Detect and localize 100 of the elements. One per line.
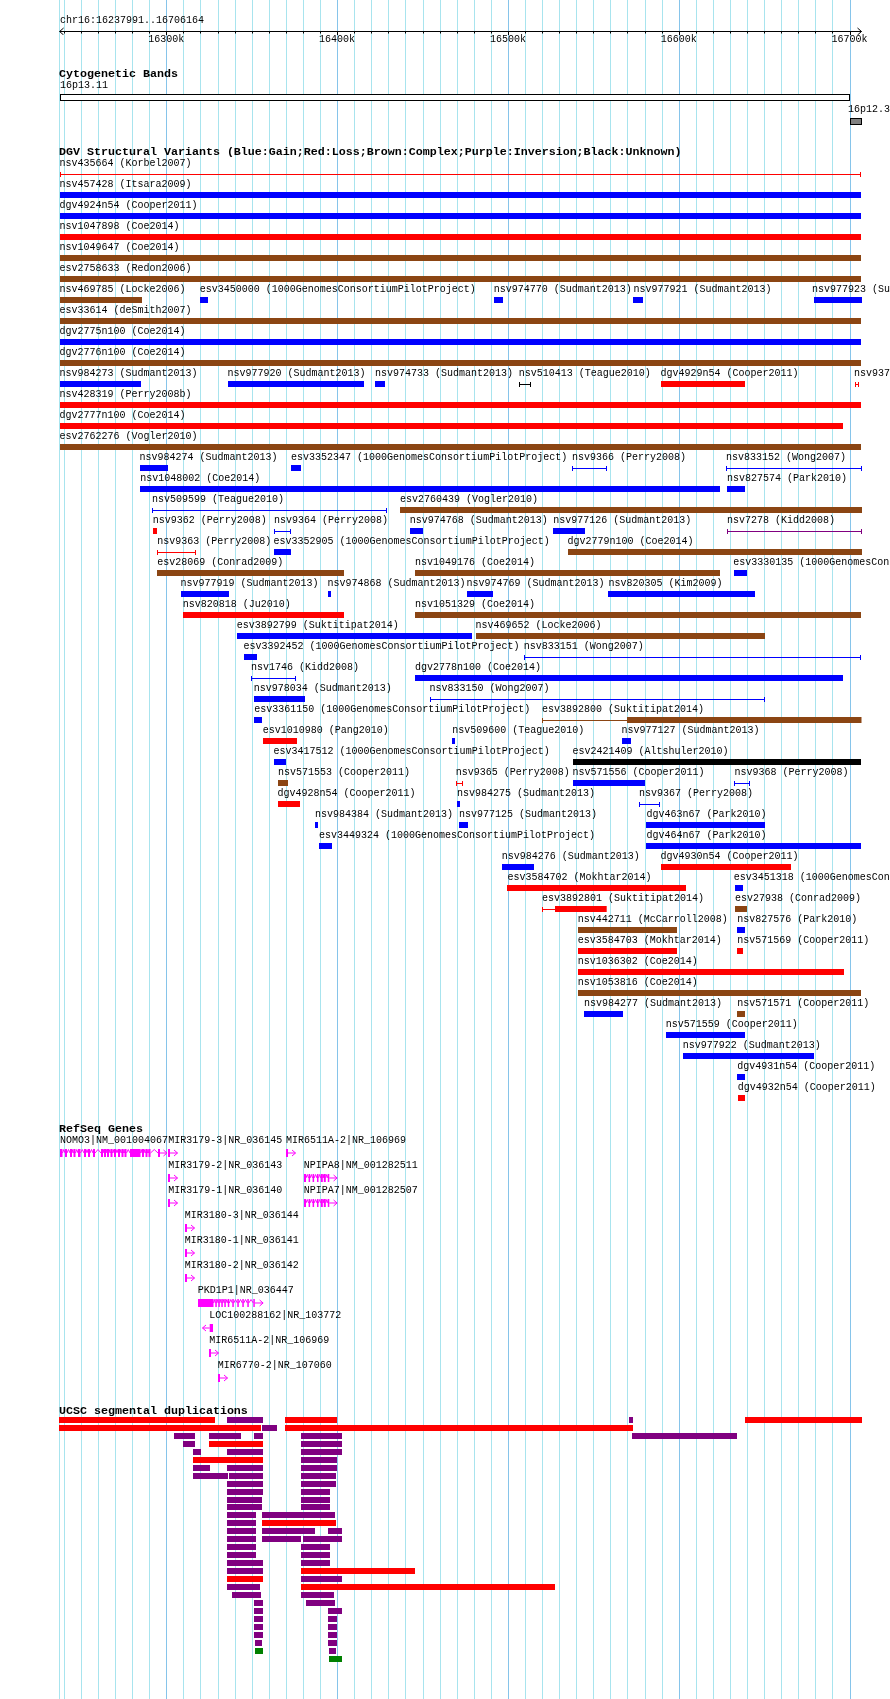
variant-label: esv3450000 (1000GenomesConsortiumPilotProject) <box>199 284 476 296</box>
variant-label: esv27938 (Conrad2009) <box>735 893 862 905</box>
variant-label: nsv833151 (Wong2007) <box>523 641 644 653</box>
variant-label: esv3361150 (1000GenomesConsortiumPilotProject) <box>254 704 531 716</box>
variant-label: nsv442711 (McCarroll2008) <box>577 914 728 926</box>
variant-label: esv2758633 (Redon2006) <box>59 263 192 275</box>
variant-label: esv3451318 (1000GenomesCon <box>733 872 890 884</box>
gene-label: MIR3180-2|NR_036142 <box>184 1260 299 1272</box>
variant-label: esv2421409 (Altshuler2010) <box>572 746 729 758</box>
ruler-tick-label: 16400k <box>319 34 356 46</box>
variant-label: esv2762276 (Vogler2010) <box>59 431 198 443</box>
gene-label: MIR3179-2|NR_036143 <box>168 1160 283 1172</box>
gene-label: LOC100288162|NR_103772 <box>209 1310 342 1322</box>
variant-label: dgv2778n100 (Coe2014) <box>414 662 541 674</box>
gene-label: MIR3179-3|NR_036145 <box>168 1135 283 1147</box>
variant-label: nsv469785 (Locke2006) <box>59 284 186 296</box>
variant-label: nsv571569 (Cooper2011) <box>737 935 870 947</box>
variant-label: esv2760439 (Vogler2010) <box>400 494 539 506</box>
track-title: DGV Structural Variants (Blue:Gain;Red:Loss;Brown:Complex;Purple:Inversion;Black:Unknown) <box>59 146 682 158</box>
variant-label: nsv977921 (Sudmant2013) <box>633 284 772 296</box>
variant-label: nsv510413 (Teague2010) <box>518 368 651 380</box>
variant-label: esv3449324 (1000GenomesConsortiumPilotProject) <box>319 830 596 842</box>
variant-label: nsv9365 (Perry2008) <box>455 767 570 779</box>
variant-label: dgv2779n100 (Coe2014) <box>567 536 694 548</box>
variant-label: nsv571553 (Cooper2011) <box>278 767 411 779</box>
ruler-tick-label: 16300k <box>148 34 185 46</box>
variant-label: nsv977923 (Su <box>812 284 890 296</box>
variant-label: nsv9368 (Perry2008) <box>734 767 849 779</box>
variant-label: dgv4929n54 (Cooper2011) <box>660 368 799 380</box>
variant-label: dgv4928n54 (Cooper2011) <box>277 788 416 800</box>
variant-label: esv3892800 (Suktitipat2014) <box>542 704 705 716</box>
variant-label: esv3417512 (1000GenomesConsortiumPilotProject) <box>273 746 550 758</box>
variant-label: dgv2775n100 (Coe2014) <box>59 326 186 338</box>
band-label: 16p13.11 <box>60 80 108 92</box>
variant-label: esv33614 (deSmith2007) <box>59 305 192 317</box>
variant-label: nsv9364 (Perry2008) <box>274 515 389 527</box>
variant-label: nsv977920 (Sudmant2013) <box>227 368 366 380</box>
variant-label: nsv827576 (Park2010) <box>737 914 858 926</box>
variant-label: nsv1047898 (Coe2014) <box>59 221 180 233</box>
variant-label: nsv977125 (Sudmant2013) <box>459 809 598 821</box>
variant-label: nsv984275 (Sudmant2013) <box>456 788 595 800</box>
variant-label: nsv469652 (Locke2006) <box>475 620 602 632</box>
variant-label: nsv984276 (Sudmant2013) <box>501 851 640 863</box>
variant-label: nsv974733 (Sudmant2013) <box>375 368 514 380</box>
gene-label: PKD1P1|NR_036447 <box>197 1285 294 1297</box>
variant-label: nsv9362 (Perry2008) <box>152 515 267 527</box>
variant-label: nsv435664 (Korbel2007) <box>59 158 192 170</box>
variant-label: nsv1053816 (Coe2014) <box>577 977 698 989</box>
variant-label: esv28069 (Conrad2009) <box>157 557 284 569</box>
variant-label: nsv9363 (Perry2008) <box>157 536 272 548</box>
variant-label: nsv827574 (Park2010) <box>727 473 848 485</box>
variant-label: dgv4930n54 (Cooper2011) <box>660 851 799 863</box>
gene-label: NPIPA8|NM_001282511 <box>303 1160 418 1172</box>
variant-label: nsv820305 (Kim2009) <box>608 578 723 590</box>
variant-label: nsv820818 (Ju2010) <box>182 599 291 611</box>
gene-label: MIR3179-1|NR_036140 <box>168 1185 283 1197</box>
gene-label: MIR6511A-2|NR_106969 <box>286 1135 407 1147</box>
variant-label: esv3584702 (Mokhtar2014) <box>507 872 652 884</box>
track-title: Cytogenetic Bands <box>59 68 178 80</box>
ruler-tick-label: 16700k <box>831 34 868 46</box>
gene-label: MIR6770-2|NR_107060 <box>217 1360 332 1372</box>
gene-label: MIR3180-1|NR_036141 <box>184 1235 299 1247</box>
variant-label: nsv977127 (Sudmant2013) <box>621 725 760 737</box>
variant-label: dgv2776n100 (Coe2014) <box>59 347 186 359</box>
variant-label: esv3584703 (Mokhtar2014) <box>577 935 722 947</box>
variant-label: nsv984273 (Sudmant2013) <box>59 368 198 380</box>
variant-label: nsv1051329 (Coe2014) <box>414 599 535 611</box>
variant-label: nsv974768 (Sudmant2013) <box>409 515 548 527</box>
variant-label: nsv984384 (Sudmant2013) <box>315 809 454 821</box>
band-label: 16p12.3 <box>848 104 890 116</box>
variant-label: esv3352905 (1000GenomesConsortiumPilotProject) <box>273 536 550 548</box>
variant-label: esv3330135 (1000GenomesCon <box>733 557 890 569</box>
variant-label: esv3352347 (1000GenomesConsortiumPilotProject) <box>291 452 568 464</box>
variant-label: dgv4932n54 (Cooper2011) <box>737 1082 876 1094</box>
variant-label: esv1010980 (Pang2010) <box>262 725 389 737</box>
variant-label: nsv984274 (Sudmant2013) <box>139 452 278 464</box>
variant-label: nsv509600 (Teague2010) <box>452 725 585 737</box>
gene-label: MIR6511A-2|NR_106969 <box>209 1335 330 1347</box>
variant-label: dgv2777n100 (Coe2014) <box>59 410 186 422</box>
variant-label: nsv977919 (Sudmant2013) <box>180 578 319 590</box>
ruler-tick-label: 16500k <box>489 34 526 46</box>
variant-label: nsv977922 (Sudmant2013) <box>682 1040 821 1052</box>
variant-label: nsv7278 (Kidd2008) <box>727 515 836 527</box>
variant-label: nsv833152 (Wong2007) <box>726 452 847 464</box>
gene-label: NOMO3|NM_001004067 <box>60 1135 169 1147</box>
region-label: chr16:16237991..16706164 <box>60 15 205 27</box>
variant-label: nsv977126 (Sudmant2013) <box>553 515 692 527</box>
variant-label: nsv509599 (Teague2010) <box>152 494 285 506</box>
ruler-tick-label: 16600k <box>660 34 697 46</box>
variant-label: nsv1036302 (Coe2014) <box>577 956 698 968</box>
variant-label: nsv9367 (Perry2008) <box>639 788 754 800</box>
variant-label: nsv571559 (Cooper2011) <box>665 1019 798 1031</box>
variant-label: nsv937 <box>854 368 890 380</box>
variant-label: nsv457428 (Itsara2009) <box>59 179 192 191</box>
variant-label: esv3392452 (1000GenomesConsortiumPilotProject) <box>243 641 520 653</box>
variant-label: nsv1049647 (Coe2014) <box>59 242 180 254</box>
variant-label: nsv984277 (Sudmant2013) <box>584 998 723 1010</box>
variant-label: nsv9366 (Perry2008) <box>572 452 687 464</box>
variant-label: dgv464n67 (Park2010) <box>646 830 767 842</box>
variant-label: nsv974769 (Sudmant2013) <box>466 578 605 590</box>
